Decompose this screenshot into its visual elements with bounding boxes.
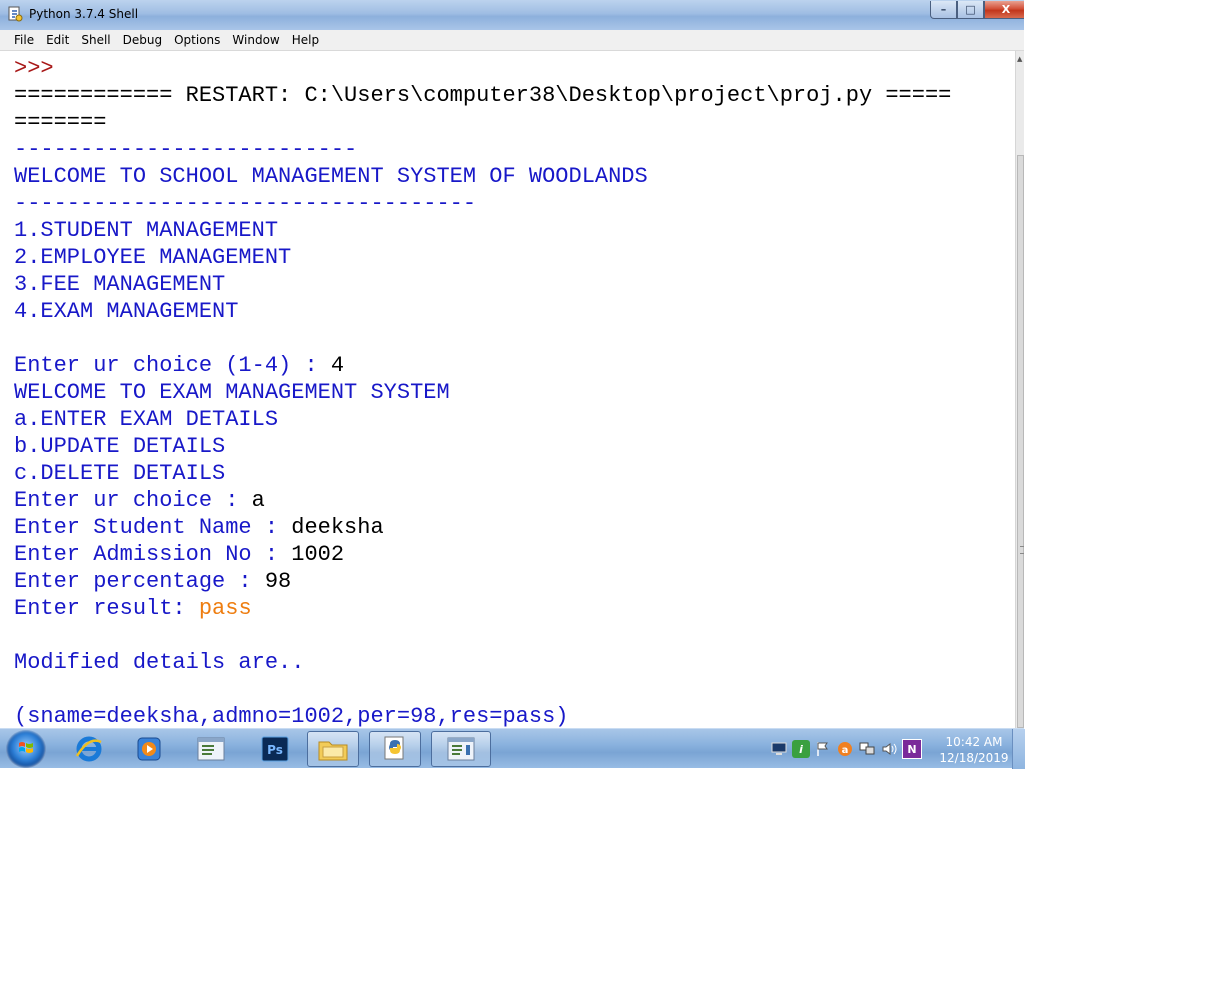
shell-line: Enter result: pass [14, 595, 951, 622]
windows-logo-icon [19, 742, 33, 753]
shell-line: a.ENTER EXAM DETAILS [14, 407, 279, 432]
network-icon[interactable] [770, 740, 788, 758]
caption-buttons: – □ X [930, 1, 1024, 19]
menu-item-help[interactable]: Help [286, 33, 325, 47]
show-desktop-button[interactable] [1012, 729, 1025, 769]
close-button[interactable]: X [984, 1, 1024, 19]
user-input: 98 [264, 569, 292, 594]
scroll-up-arrow-icon[interactable]: ▲ [1017, 55, 1022, 63]
shell-line: c.DELETE DETAILS [14, 461, 226, 486]
user-input: 4 [330, 353, 345, 378]
avast-icon[interactable]: a [836, 740, 854, 758]
onenote-icon[interactable]: N [902, 739, 922, 759]
notepad-icon[interactable] [194, 733, 228, 765]
shell-line: Enter Student Name : deeksha [14, 514, 951, 541]
shell-line: b.UPDATE DETAILS [14, 434, 226, 459]
shell-text-area[interactable]: >>> ============ RESTART: C:\Users\comput… [0, 51, 1015, 728]
clock-date: 12/18/2019 [939, 751, 1009, 765]
shell-line: WELCOME TO EXAM MANAGEMENT SYSTEM [14, 380, 450, 405]
menu-item-file[interactable]: File [0, 33, 40, 47]
shell-line: Modified details are.. [14, 650, 305, 675]
clock-time: 10:42 AM [945, 735, 1003, 749]
prompt-text: Enter Admission No : [14, 542, 292, 567]
maximize-button[interactable]: □ [957, 1, 984, 19]
menu-item-debug[interactable]: Debug [117, 33, 168, 47]
media-player-icon[interactable] [132, 733, 166, 765]
prompt-text: Enter percentage : [14, 569, 265, 594]
prompt-text: Enter ur choice : [14, 488, 252, 513]
taskbar: Ps i a N 10:42 AM 12/18/2019 [0, 728, 1025, 769]
shell-line: WELCOME TO SCHOOL MANAGEMENT SYSTEM OF W… [14, 164, 648, 189]
info-icon[interactable]: i [792, 740, 810, 758]
scrollbar-thumb[interactable] [1017, 155, 1024, 728]
shell-line: 1.STUDENT MANAGEMENT [14, 218, 279, 243]
shell-line: >>> [14, 56, 54, 81]
shell-line: Enter Admission No : 1002 [14, 541, 951, 568]
menu-item-window[interactable]: Window [226, 33, 285, 47]
shell-line: Enter ur choice (1-4) : 4 [14, 352, 951, 379]
system-tray: i a N [770, 739, 922, 759]
python-shell-window: Python 3.7.4 Shell – □ X File Edit Shell De… [0, 0, 1024, 728]
user-input: deeksha [291, 515, 384, 540]
clock[interactable]: 10:42 AM 12/18/2019 [938, 734, 1010, 766]
display-icon[interactable] [858, 740, 876, 758]
minimize-button[interactable]: – [930, 1, 957, 19]
prompt-text: Enter result: [14, 596, 199, 621]
shell-output: >>> ============ RESTART: C:\Users\comput… [14, 55, 951, 728]
user-input: a [251, 488, 265, 513]
menu-item-edit[interactable]: Edit [40, 33, 75, 47]
shell-line: (sname=deeksha,admno=1002,per=98,res=pas… [14, 704, 569, 728]
menu-item-options[interactable]: Options [168, 33, 226, 47]
prompt-text: Enter ur choice (1-4) : [14, 353, 331, 378]
internet-explorer-icon[interactable] [72, 733, 106, 765]
menu-item-shell[interactable]: Shell [75, 33, 116, 47]
shell-line: 4.EXAM MANAGEMENT [14, 299, 239, 324]
user-input: pass [198, 596, 252, 621]
photoshop-label: Ps [267, 743, 283, 757]
user-input: 1002 [291, 542, 345, 567]
title-bar[interactable]: Python 3.7.4 Shell – □ X [0, 0, 1024, 30]
shell-line: Enter percentage : 98 [14, 568, 951, 595]
python-idle-icon [8, 6, 23, 22]
svg-text:a: a [842, 745, 849, 756]
python-icon[interactable] [378, 733, 412, 765]
grip-icon [1020, 546, 1024, 554]
shell-line: ----------------------------------- [14, 191, 477, 216]
window-title: Python 3.7.4 Shell [29, 7, 139, 21]
shell-line: 2.EMPLOYEE MANAGEMENT [14, 245, 292, 270]
volume-icon[interactable] [880, 740, 898, 758]
menu-bar: File Edit Shell Debug Options Window Help [0, 30, 1024, 51]
shell-line: Enter ur choice : a [14, 487, 951, 514]
flag-icon[interactable] [814, 740, 832, 758]
shell-line: ======= [14, 110, 107, 135]
shell-line: -------------------------- [14, 137, 358, 162]
shell-line: 3.FEE MANAGEMENT [14, 272, 226, 297]
window-icon[interactable] [444, 733, 478, 765]
photoshop-icon[interactable]: Ps [258, 733, 292, 765]
shell-line: ============ RESTART: C:\Users\computer3… [14, 83, 952, 108]
start-button[interactable] [6, 730, 46, 768]
vertical-scrollbar[interactable]: ▲ [1015, 51, 1024, 728]
folder-icon[interactable] [316, 733, 350, 765]
prompt-text: Enter Student Name : [14, 515, 292, 540]
